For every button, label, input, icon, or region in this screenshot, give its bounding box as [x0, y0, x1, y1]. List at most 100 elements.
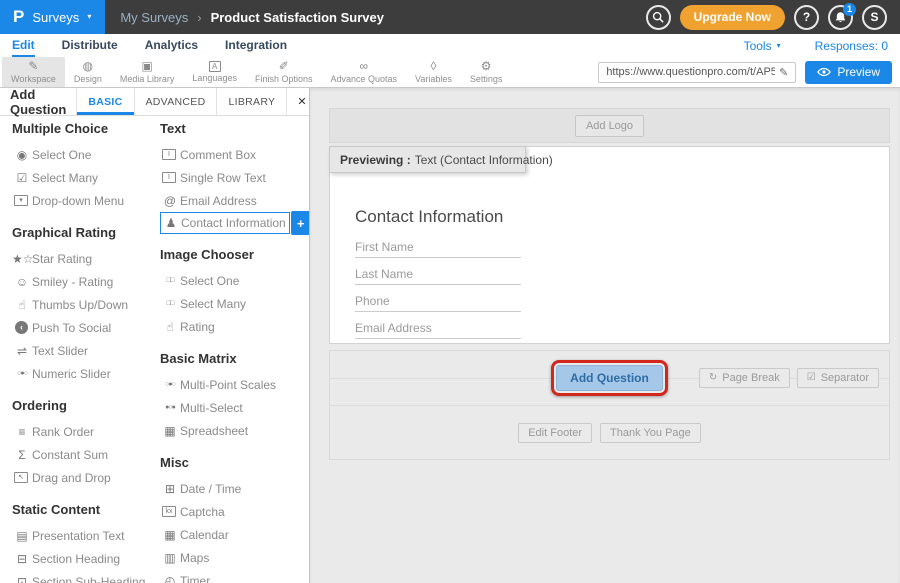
section-heading: Ordering	[12, 397, 160, 415]
help-button[interactable]: ?	[794, 5, 819, 30]
panel-tabs: BASIC ADVANCED LIBRARY	[76, 88, 286, 115]
select-one-icon: ◉	[12, 149, 32, 161]
question-type-item[interactable]: ▦ Calendar	[160, 523, 303, 546]
question-type-item[interactable]: ☝ Thumbs Up/Down	[12, 293, 160, 316]
question-type-item[interactable]: ○●○ Multi-Point Scales	[160, 373, 303, 396]
chevron-down-icon: ▾	[87, 13, 91, 21]
question-type-item[interactable]: ▥ Maps	[160, 546, 303, 569]
nav-tab[interactable]: Integration	[225, 34, 287, 57]
row-right-actions: ↻ Page Break ☑ Separator	[699, 368, 879, 388]
contact-field[interactable]: First Name	[355, 231, 521, 258]
question-type-item[interactable]: ▦ Spreadsheet	[160, 419, 303, 442]
question-type-item[interactable]: □□ Select Many	[160, 292, 303, 315]
upgrade-now-button[interactable]: Upgrade Now	[680, 5, 785, 30]
panel-tab[interactable]: BASIC	[76, 88, 133, 115]
section-heading: Graphical Rating	[12, 224, 160, 242]
thank-you-page-button[interactable]: Thank You Page	[600, 423, 701, 443]
add-logo-button[interactable]: Add Logo	[575, 115, 644, 137]
question-type-item[interactable]: ○●○ Numeric Slider	[12, 362, 160, 385]
question-type-item[interactable]: kx Captcha	[160, 500, 303, 523]
section-heading-icon: ⊟	[12, 553, 32, 565]
toolbar-item[interactable]: ✐ Finish Options	[246, 57, 322, 87]
add-contact-information-button[interactable]: +	[291, 211, 309, 235]
constant-sum-icon: Σ	[12, 449, 32, 461]
question-type-item[interactable]: Σ Constant Sum	[12, 443, 160, 466]
notifications-button[interactable]: 1	[828, 5, 853, 30]
product-switcher[interactable]: P Surveys ▾	[0, 0, 105, 34]
date-time-icon: ⊞	[160, 483, 180, 495]
question-type-item[interactable]: ◴ Timer	[160, 569, 303, 583]
question-type-item[interactable]: @ Email Address	[160, 189, 303, 212]
search-icon	[652, 11, 664, 23]
survey-url-input[interactable]: https://www.questionpro.com/t/AP53kZgUI …	[598, 62, 796, 83]
toolbar-item[interactable]: A Languages	[183, 57, 246, 87]
question-type-item[interactable]: ☺ Smiley - Rating	[12, 270, 160, 293]
contact-field[interactable]: Phone	[355, 285, 521, 312]
timer-icon: ◴	[160, 575, 180, 583]
add-question-button[interactable]: Add Question	[556, 365, 663, 391]
question-type-item[interactable]: ≡ Rank Order	[12, 420, 160, 443]
toolbar-item[interactable]: ∞ Advance Quotas	[321, 57, 406, 87]
question-type-item[interactable]: ▾ Drop-down Menu	[12, 189, 160, 212]
toolbar-item[interactable]: ⚙ Settings	[461, 57, 512, 87]
panel-title: Add Question	[0, 88, 76, 115]
contact-field[interactable]: Last Name	[355, 258, 521, 285]
question-type-item[interactable]: I Comment Box	[160, 143, 303, 166]
tools-menu[interactable]: Tools ▾	[744, 39, 781, 53]
question-type-column-right: Text I Comment Box I Single Row Text	[160, 118, 303, 583]
question-type-item[interactable]: ●○● Multi-Select	[160, 396, 303, 419]
calendar-icon: ▦	[160, 529, 180, 541]
question-type-item[interactable]: ⇌ Text Slider	[12, 339, 160, 362]
section-heading: Text	[160, 120, 303, 138]
toolbar-item[interactable]: ▣ Media Library	[111, 57, 184, 87]
question-type-item[interactable]: ⊞ Date / Time	[160, 477, 303, 500]
question-type-item[interactable]: ▤ Presentation Text	[12, 524, 160, 547]
toolbar-item[interactable]: ◍ Design	[65, 57, 111, 87]
question-type-item[interactable]: ☑ Select Many	[12, 166, 160, 189]
nav-tab[interactable]: Edit	[12, 34, 35, 57]
nav-tab[interactable]: Analytics	[145, 34, 198, 57]
breadcrumb-my-surveys[interactable]: My Surveys	[120, 10, 188, 25]
question-type-item[interactable]: I Single Row Text	[160, 166, 303, 189]
image-select-many-icon: □□	[160, 300, 180, 307]
toolbar-item[interactable]: ✎ Workspace	[2, 57, 65, 87]
question-type-item[interactable]: ★☆ Star Rating	[12, 247, 160, 270]
panel-tab[interactable]: ADVANCED	[134, 88, 217, 115]
question-type-item[interactable]: ♟ Contact Information +	[160, 212, 290, 234]
eye-icon	[817, 67, 831, 77]
text-slider-icon: ⇌	[12, 345, 32, 357]
nav-tab[interactable]: Distribute	[62, 34, 118, 57]
panel-tab[interactable]: LIBRARY	[216, 88, 286, 115]
question-type-item[interactable]: ⊡ Section Sub-Heading	[12, 570, 160, 583]
survey-canvas: Add Logo Previewing : Text (Contact Info…	[310, 88, 900, 583]
page-break-button[interactable]: ↻ Page Break	[699, 368, 790, 388]
avatar[interactable]: S	[862, 5, 887, 30]
survey-title: Product Satisfaction Survey	[211, 10, 384, 25]
add-question-panel: Add Question BASIC ADVANCED LIBRARY ✕ Mu…	[0, 88, 310, 583]
question-type-item[interactable]: ◉ Select One	[12, 143, 160, 166]
toolbar-item[interactable]: ◊ Variables	[406, 57, 461, 87]
edit-footer-button[interactable]: Edit Footer	[518, 423, 592, 443]
numeric-slider-icon: ○●○	[12, 370, 32, 377]
nav-tabs: Edit Distribute Analytics Integration	[12, 34, 314, 57]
edit-url-icon[interactable]: ✎	[779, 66, 788, 79]
question-type-item[interactable]: ‹ Push To Social	[12, 316, 160, 339]
logo-banner: Add Logo	[329, 108, 890, 143]
question-type-item[interactable]: ↖ Drag and Drop	[12, 466, 160, 489]
question-type-item[interactable]: □□ Select One	[160, 269, 303, 292]
responses-link[interactable]: Responses: 0	[815, 39, 888, 53]
notification-badge: 1	[843, 3, 856, 16]
question-type-item[interactable]: ☝ Rating	[160, 315, 303, 338]
preview-button[interactable]: Preview	[805, 61, 892, 84]
top-header: P Surveys ▾ My Surveys › Product Satisfa…	[0, 0, 900, 34]
contact-field[interactable]: Email Address	[355, 312, 521, 339]
page-actions-box: Add Question ↻ Page Break ☑ Separator Ed…	[329, 350, 890, 460]
image-select-one-icon: □□	[160, 277, 180, 284]
question-type-item[interactable]: ⊟ Section Heading	[12, 547, 160, 570]
question-preview-card: Previewing : Text (Contact Information) …	[329, 146, 890, 344]
separator-button[interactable]: ☑ Separator	[797, 368, 879, 388]
section-heading: Static Content	[12, 501, 160, 519]
toolbar-items: ✎ Workspace ◍ Design ▣ Media Library A L…	[2, 57, 511, 87]
design-icon: ◍	[83, 60, 93, 73]
search-button[interactable]	[646, 5, 671, 30]
